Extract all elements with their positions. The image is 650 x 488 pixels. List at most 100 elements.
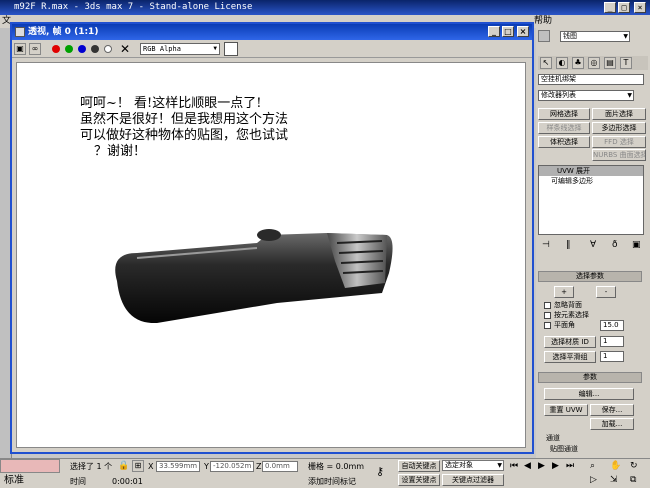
stack-item-editable-poly[interactable]: 可编辑多边形	[539, 176, 643, 186]
ffd-select-button[interactable]: FFD 选择	[592, 136, 646, 148]
create-tab-icon[interactable]: ↖	[540, 57, 552, 69]
nurbs-select-button[interactable]: NURBS 曲面选择	[592, 149, 646, 161]
play-icon[interactable]: ▶	[538, 461, 545, 471]
time-value: 0:00:01	[112, 477, 143, 486]
minimize-button[interactable]: _	[604, 2, 616, 13]
chevron-down-icon: ▼	[497, 462, 502, 469]
selected-object-dropdown[interactable]: 选定对象 ▼	[442, 460, 504, 471]
planar-angle-input[interactable]: 15.0	[600, 320, 624, 331]
red-channel-icon[interactable]	[52, 45, 60, 53]
poly-select-button[interactable]: 多边形选择	[592, 122, 646, 134]
close-button[interactable]: ×	[634, 2, 646, 13]
object-type-icon[interactable]	[538, 30, 550, 42]
select-mat-id-button[interactable]: 选择材质 ID	[544, 336, 596, 348]
select-by-element-checkbox[interactable]	[544, 312, 551, 319]
annotation-text: 呵呵~！ 看!这样比顺眼一点了! 虽然不是很好！但是我想用这个方法 可以做好这种…	[80, 96, 380, 160]
app-title-bar: m92F R.max - 3ds max 7 - Stand-alone Lic…	[0, 0, 650, 15]
modifier-name-field[interactable]: 空挂机绑架	[538, 74, 644, 85]
shrink-selection-button[interactable]: -	[596, 286, 616, 298]
frame-maximize-button[interactable]: □	[502, 26, 514, 37]
hierarchy-tab-icon[interactable]: ♣	[572, 57, 584, 69]
alpha-channel-icon[interactable]	[91, 45, 99, 53]
y-coordinate-field[interactable]: -120.052m	[210, 461, 254, 472]
modify-tab-icon[interactable]: ◐	[556, 57, 568, 69]
maximize-viewport-icon[interactable]: ⧉	[630, 475, 636, 485]
patch-select-button[interactable]: 面片选择	[592, 108, 646, 120]
next-frame-icon[interactable]: ▶	[552, 461, 559, 471]
stack-tools: ⊣ ‖ ∀ ð ▣	[538, 240, 644, 254]
green-channel-icon[interactable]	[65, 45, 73, 53]
clone-frame-icon[interactable]: ∞	[29, 43, 41, 55]
stack-item-uvw-unwrap[interactable]: UVW 展开	[539, 166, 643, 176]
maximize-button[interactable]: □	[618, 2, 630, 13]
modifier-stack: UVW 展开 可编辑多边形	[538, 165, 644, 235]
go-to-end-icon[interactable]: ⏭	[566, 461, 574, 471]
selection-count: 选择了 1 个	[70, 462, 113, 471]
add-time-tag[interactable]: 添加时间标记	[308, 477, 356, 487]
lock-icon[interactable]: 🔒	[118, 461, 129, 471]
volume-select-button[interactable]: 体积选择	[538, 136, 590, 148]
pan-icon[interactable]: ✋	[610, 461, 621, 471]
grow-selection-button[interactable]: +	[554, 286, 574, 298]
note-line: 呵呵~！ 看!这样比顺眼一点了!	[80, 96, 262, 111]
save-button[interactable]: 保存...	[590, 404, 634, 416]
reset-uvw-button[interactable]: 重置 UVW	[544, 404, 588, 416]
auto-key-button[interactable]: 自动关键点	[398, 460, 440, 472]
save-bitmap-icon[interactable]: ▣	[14, 43, 26, 55]
show-end-result-icon[interactable]: ‖	[566, 240, 571, 250]
ignore-backface-checkbox[interactable]	[544, 302, 551, 309]
display-tab-icon[interactable]: ▤	[604, 57, 616, 69]
pin-stack-icon[interactable]: ⊣	[542, 240, 550, 250]
color-swatch[interactable]	[224, 42, 238, 56]
edit-button[interactable]: 编辑...	[544, 388, 634, 400]
maxscript-listener[interactable]	[0, 459, 60, 473]
modifier-list-dropdown[interactable]: 修改器列表 ▼	[538, 90, 634, 101]
clear-icon[interactable]: ✕	[120, 42, 130, 56]
previous-frame-icon[interactable]: ◀	[524, 461, 531, 471]
chevron-down-icon: ▼	[627, 92, 632, 99]
frame-minimize-button[interactable]: _	[488, 26, 500, 37]
channel-label: 通道	[546, 434, 560, 442]
smooth-group-input[interactable]: 1	[600, 351, 624, 362]
note-line: 可以做好这种物体的贴图，您也试试	[80, 128, 289, 143]
key-icon[interactable]: ⚷	[376, 465, 384, 478]
panel-tabs: ↖ ◐ ♣ ◎ ▤ T	[538, 56, 648, 70]
channel-display-select[interactable]: RGB Alpha ▼	[140, 43, 220, 55]
load-button[interactable]: 加载...	[590, 418, 634, 430]
z-coordinate-field[interactable]: 0.0mm	[262, 461, 298, 472]
frame-close-button[interactable]: ×	[517, 26, 529, 37]
configure-sets-icon[interactable]: ▣	[632, 240, 641, 250]
mesh-select-button[interactable]: 网格选择	[538, 108, 590, 120]
object-name-field[interactable]: 钱图 ▼	[560, 31, 630, 42]
mono-channel-icon[interactable]	[104, 45, 112, 53]
absolute-mode-icon[interactable]: ⊞	[132, 460, 144, 472]
x-coordinate-field[interactable]: 33.599mm	[156, 461, 200, 472]
params-rollout[interactable]: 参数	[538, 372, 642, 383]
zoom-icon[interactable]: ⌕	[590, 461, 595, 471]
map-channel-label: 贴图通道	[550, 445, 578, 453]
blue-channel-icon[interactable]	[78, 45, 86, 53]
select-smooth-group-button[interactable]: 选择平滑组	[544, 351, 596, 363]
command-panel: 钱图 ▼ ↖ ◐ ♣ ◎ ▤ T 空挂机绑架 修改器列表 ▼ 网格选择 面片选择…	[536, 28, 650, 458]
make-unique-icon[interactable]: ∀	[590, 240, 596, 250]
mat-id-input[interactable]: 1	[600, 336, 624, 347]
set-key-button[interactable]: 设置关键点	[398, 474, 440, 486]
standard-label: 标准	[4, 475, 24, 486]
go-to-start-icon[interactable]: ⏮	[510, 461, 518, 471]
selection-params-rollout[interactable]: 选择参数	[538, 271, 642, 282]
walk-icon[interactable]: ⇲	[610, 475, 618, 485]
chevron-down-icon: ▼	[623, 33, 628, 40]
render-frame-toolbar: ▣ ∞ ✕ RGB Alpha ▼	[12, 40, 532, 58]
key-filters-button[interactable]: 关键点过滤器	[442, 474, 504, 486]
field-of-view-icon[interactable]: ▷	[590, 475, 597, 485]
menu-item-help[interactable]: 帮助	[534, 15, 552, 28]
orbit-icon[interactable]: ↻	[630, 461, 638, 471]
planar-angle-checkbox[interactable]	[544, 322, 551, 329]
render-frame-window: 透视, 帧 0 (1:1) _ □ × ▣ ∞ ✕ RGB Alpha ▼ 呵呵…	[10, 22, 534, 454]
remove-modifier-icon[interactable]: ð	[612, 240, 618, 250]
spline-select-button[interactable]: 样条线选择	[538, 122, 590, 134]
utilities-tab-icon[interactable]: T	[620, 57, 632, 69]
motion-tab-icon[interactable]: ◎	[588, 57, 600, 69]
render-frame-title-bar[interactable]: 透视, 帧 0 (1:1) _ □ ×	[12, 24, 532, 40]
note-line: 虽然不是很好！但是我想用这个方法	[80, 112, 289, 127]
